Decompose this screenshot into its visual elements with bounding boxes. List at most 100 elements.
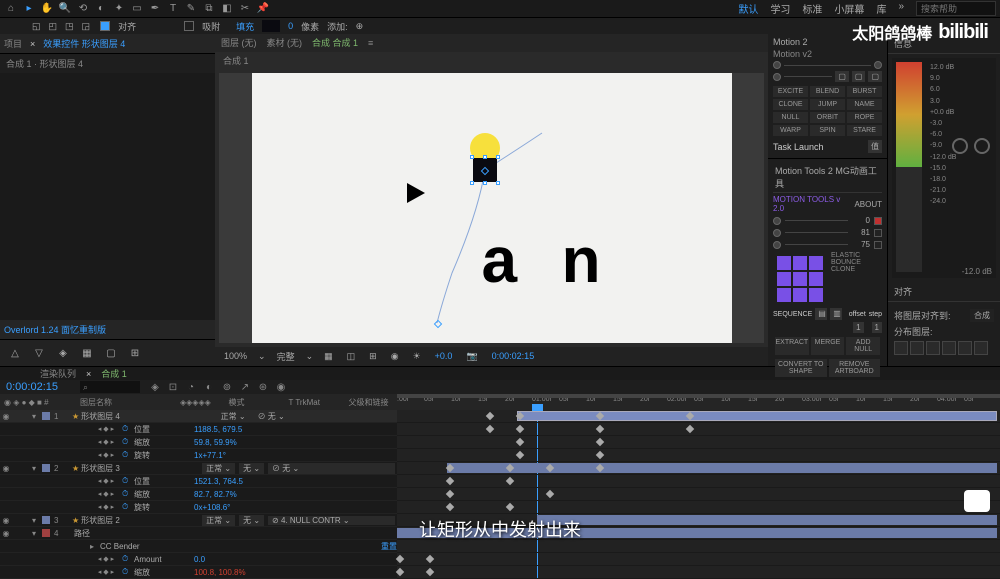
composition-canvas[interactable]: a n bbox=[219, 73, 764, 343]
layer-name[interactable]: 形状图层 3 bbox=[79, 463, 200, 474]
elastic-option[interactable]: ELASTIC bbox=[831, 252, 882, 259]
timeline-track-row[interactable] bbox=[397, 449, 1000, 462]
anchor-tr[interactable] bbox=[809, 256, 823, 270]
overlord-tool-2[interactable]: ▽ bbox=[30, 344, 48, 362]
timeline-track-row[interactable] bbox=[397, 462, 1000, 475]
overlord-tool-5[interactable]: ▢ bbox=[102, 344, 120, 362]
layer-clip[interactable] bbox=[517, 411, 997, 421]
tl-comp-flowchart-icon[interactable]: ◈ bbox=[148, 380, 162, 394]
stopwatch-icon[interactable]: ⏱ bbox=[122, 502, 134, 512]
visibility-toggle[interactable]: ◉ bbox=[0, 412, 12, 421]
parent-dropdown[interactable]: ⊘ 4. NULL CONTR ⌄ bbox=[268, 516, 395, 525]
property-value[interactable]: 0x+108.6° bbox=[194, 503, 230, 512]
motion2-knob-1[interactable] bbox=[773, 61, 781, 69]
align-bottom-icon[interactable] bbox=[974, 341, 988, 355]
stopwatch-icon[interactable]: ⏱ bbox=[122, 424, 134, 434]
tab-project[interactable]: 项目 bbox=[4, 37, 22, 50]
mt-knob-2[interactable] bbox=[773, 229, 781, 237]
tl-brainstorm-icon[interactable]: ⊛ bbox=[256, 380, 270, 394]
keyframe-marker-1[interactable] bbox=[433, 319, 441, 327]
fill-label[interactable]: 填充 bbox=[236, 20, 254, 33]
tab-close-icon[interactable]: × bbox=[86, 369, 91, 379]
roto-tool-icon[interactable]: ✂ bbox=[238, 2, 252, 16]
btn-clone[interactable]: CLONE bbox=[773, 99, 808, 110]
btn-null[interactable]: NULL bbox=[773, 112, 808, 123]
effect-reset[interactable]: 重置 bbox=[381, 541, 397, 552]
btn-stare[interactable]: STARE bbox=[847, 125, 882, 136]
layer-row[interactable]: ◉ ▾ 2 ★ 形状图层 3 正常 ⌄ 无 ⌄ ⊘ 无 ⌄ bbox=[0, 462, 397, 475]
keyframe-nav[interactable]: ◂ ◆ ▸ bbox=[90, 490, 122, 498]
col-mode[interactable]: 模式 bbox=[229, 397, 289, 408]
timeline-search-input[interactable] bbox=[80, 381, 140, 393]
anchor-opt-4[interactable]: ◲ bbox=[80, 21, 93, 32]
timeline-track-row[interactable] bbox=[397, 488, 1000, 501]
resize-handle-br[interactable] bbox=[496, 181, 500, 185]
trkmat-dropdown[interactable]: 无 ⌄ bbox=[239, 463, 264, 474]
align-right-icon[interactable] bbox=[926, 341, 940, 355]
btn-burst[interactable]: BURST bbox=[847, 86, 882, 97]
workspace-small[interactable]: 小屏幕 bbox=[834, 1, 864, 16]
layer-row[interactable]: ◉ ▾ 4 路径 bbox=[0, 527, 397, 540]
anchor-mc[interactable] bbox=[793, 272, 807, 286]
mt-slider-2[interactable] bbox=[785, 232, 848, 233]
property-row[interactable]: ◂ ◆ ▸ ⏱ 旋转 0x+108.6° bbox=[0, 501, 397, 514]
clone-tool-icon[interactable]: ⧉ bbox=[202, 2, 216, 16]
align-hcenter-icon[interactable] bbox=[910, 341, 924, 355]
motion2-knob-1b[interactable] bbox=[874, 61, 882, 69]
keyframe-diamond[interactable] bbox=[506, 503, 514, 511]
twirl-icon[interactable]: ▾ bbox=[32, 464, 40, 473]
workspace-learn[interactable]: 学习 bbox=[770, 1, 790, 16]
addnull-button[interactable]: ADD NULL bbox=[846, 337, 880, 355]
btn-excite[interactable]: EXCITE bbox=[773, 86, 808, 97]
viewport-tab-menu-icon[interactable]: ≡ bbox=[368, 38, 373, 48]
label-color[interactable] bbox=[42, 529, 50, 537]
timeline-tracks-area[interactable]: :00f05f10f15f20f01:00f05f10f15f20f02:00f… bbox=[397, 394, 1000, 579]
layer-row[interactable]: ▸ CC Bender 重置 bbox=[0, 540, 397, 553]
layer-name[interactable]: 形状图层 4 bbox=[79, 411, 214, 422]
zoom-chevron-icon[interactable]: ⌄ bbox=[258, 351, 266, 362]
mt-box-3[interactable] bbox=[874, 241, 882, 249]
property-row[interactable]: ◂ ◆ ▸ ⏱ 位置 1521.3, 764.5 bbox=[0, 475, 397, 488]
tl-shy-icon[interactable]: ◔ bbox=[184, 380, 198, 394]
stopwatch-icon[interactable]: ⏱ bbox=[122, 437, 134, 447]
label-color[interactable] bbox=[42, 412, 50, 420]
property-row[interactable]: ◂ ◆ ▸ ⏱ 缩放 100.8, 100.8% bbox=[0, 566, 397, 579]
label-color[interactable] bbox=[42, 516, 50, 524]
layer-row[interactable]: ◉ ▾ 3 ★ 形状图层 2 正常 ⌄ 无 ⌄ ⊘ 4. NULL CONTR … bbox=[0, 514, 397, 527]
tl-autokeyframe-icon[interactable]: ◉ bbox=[274, 380, 288, 394]
step-value[interactable]: 1 bbox=[872, 322, 882, 333]
anchor-mr[interactable] bbox=[809, 272, 823, 286]
channel-icon[interactable]: ◉ bbox=[388, 351, 402, 362]
pen-tool-icon[interactable]: ✒ bbox=[148, 2, 162, 16]
mask-toggle-icon[interactable]: ◫ bbox=[344, 351, 359, 362]
keyframe-diamond[interactable] bbox=[446, 503, 454, 511]
workspace-library[interactable]: 库 bbox=[876, 1, 886, 16]
btn-name[interactable]: NAME bbox=[847, 99, 882, 110]
anchor-bl[interactable] bbox=[777, 288, 791, 302]
anchor-tl[interactable] bbox=[777, 256, 791, 270]
mt-knob-1[interactable] bbox=[773, 217, 781, 225]
keyframe-nav[interactable]: ◂ ◆ ▸ bbox=[90, 451, 122, 459]
stopwatch-icon[interactable]: ⏱ bbox=[122, 476, 134, 486]
tl-draft3d-icon[interactable]: ⊡ bbox=[166, 380, 180, 394]
tl-motion-blur-icon[interactable]: ⊚ bbox=[220, 380, 234, 394]
label-color[interactable] bbox=[42, 464, 50, 472]
twirl-icon[interactable]: ▾ bbox=[32, 412, 40, 421]
anchor-tool-icon[interactable]: ✦ bbox=[112, 2, 126, 16]
property-value[interactable]: 1521.3, 764.5 bbox=[194, 477, 243, 486]
letter-n-text[interactable]: n bbox=[562, 223, 601, 297]
resize-handle-bl[interactable] bbox=[470, 181, 474, 185]
property-value[interactable]: 1x+77.1° bbox=[194, 451, 226, 460]
property-row[interactable]: ◂ ◆ ▸ ⏱ 旋转 1x+77.1° bbox=[0, 449, 397, 462]
extract-button[interactable]: EXTRACT bbox=[775, 337, 809, 355]
viewport-tab-layer[interactable]: 图层 (无) bbox=[221, 36, 257, 49]
btn-warp[interactable]: WARP bbox=[773, 125, 808, 136]
rect-tool-icon[interactable]: ▭ bbox=[130, 2, 144, 16]
layer-clip[interactable] bbox=[537, 515, 997, 525]
btn-spin[interactable]: SPIN bbox=[810, 125, 845, 136]
motion2-slider-2[interactable] bbox=[784, 76, 832, 77]
property-row[interactable]: ◂ ◆ ▸ ⏱ 位置 1188.5, 679.5 bbox=[0, 423, 397, 436]
res-chevron-icon[interactable]: ⌄ bbox=[306, 351, 314, 362]
keyframe-nav[interactable]: ◂ ◆ ▸ bbox=[90, 425, 122, 433]
twirl-icon[interactable]: ▾ bbox=[32, 529, 40, 538]
